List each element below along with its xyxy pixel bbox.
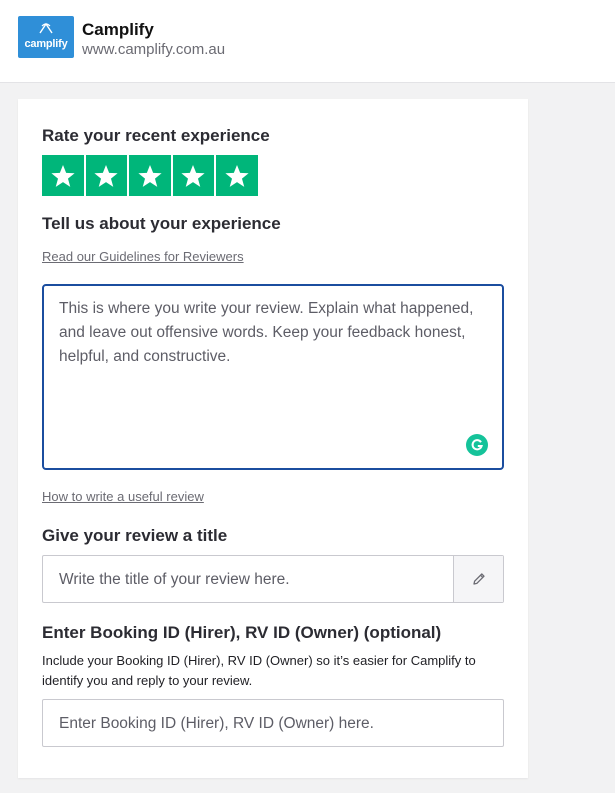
- star-rating[interactable]: [42, 155, 258, 196]
- logo-tent-icon: [39, 22, 53, 34]
- booking-id-input[interactable]: Enter Booking ID (Hirer), RV ID (Owner) …: [42, 699, 504, 747]
- star-2[interactable]: [85, 155, 127, 196]
- guidelines-link[interactable]: Read our Guidelines for Reviewers: [42, 249, 244, 264]
- review-form-card: Rate your recent experience Tell us abou…: [18, 99, 528, 778]
- title-heading: Give your review a title: [42, 526, 228, 545]
- star-4[interactable]: [172, 155, 214, 196]
- star-3[interactable]: [129, 155, 171, 196]
- review-placeholder: This is where you write your review. Exp…: [59, 300, 474, 365]
- rating-heading: Rate your recent experience: [42, 126, 270, 145]
- review-heading: Tell us about your experience: [42, 214, 281, 233]
- company-name[interactable]: Camplify: [82, 20, 154, 40]
- star-icon: [225, 164, 249, 187]
- booking-heading: Enter Booking ID (Hirer), RV ID (Owner) …: [42, 623, 442, 642]
- grammarly-icon[interactable]: [466, 434, 488, 456]
- review-textarea[interactable]: This is where you write your review. Exp…: [42, 284, 504, 470]
- company-logo[interactable]: camplify: [18, 16, 74, 58]
- pencil-icon: [472, 573, 485, 585]
- booking-helper-text: Include your Booking ID (Hirer), RV ID (…: [42, 653, 476, 688]
- star-5[interactable]: [216, 155, 258, 196]
- review-title-input[interactable]: Write the title of your review here.: [42, 555, 504, 603]
- star-icon: [51, 164, 75, 187]
- star-icon: [181, 164, 205, 187]
- logo-text: camplify: [24, 38, 68, 50]
- company-url[interactable]: www.camplify.com.au: [82, 41, 225, 58]
- star-icon: [94, 164, 118, 187]
- pencil-button[interactable]: [453, 556, 503, 602]
- company-header: camplify Camplify www.camplify.com.au: [0, 0, 615, 83]
- useful-review-link[interactable]: How to write a useful review: [42, 489, 204, 504]
- booking-placeholder: Enter Booking ID (Hirer), RV ID (Owner) …: [59, 715, 374, 732]
- grammarly-g-icon: [471, 439, 483, 451]
- star-icon: [138, 164, 162, 187]
- title-placeholder: Write the title of your review here.: [59, 571, 290, 588]
- star-1[interactable]: [42, 155, 84, 196]
